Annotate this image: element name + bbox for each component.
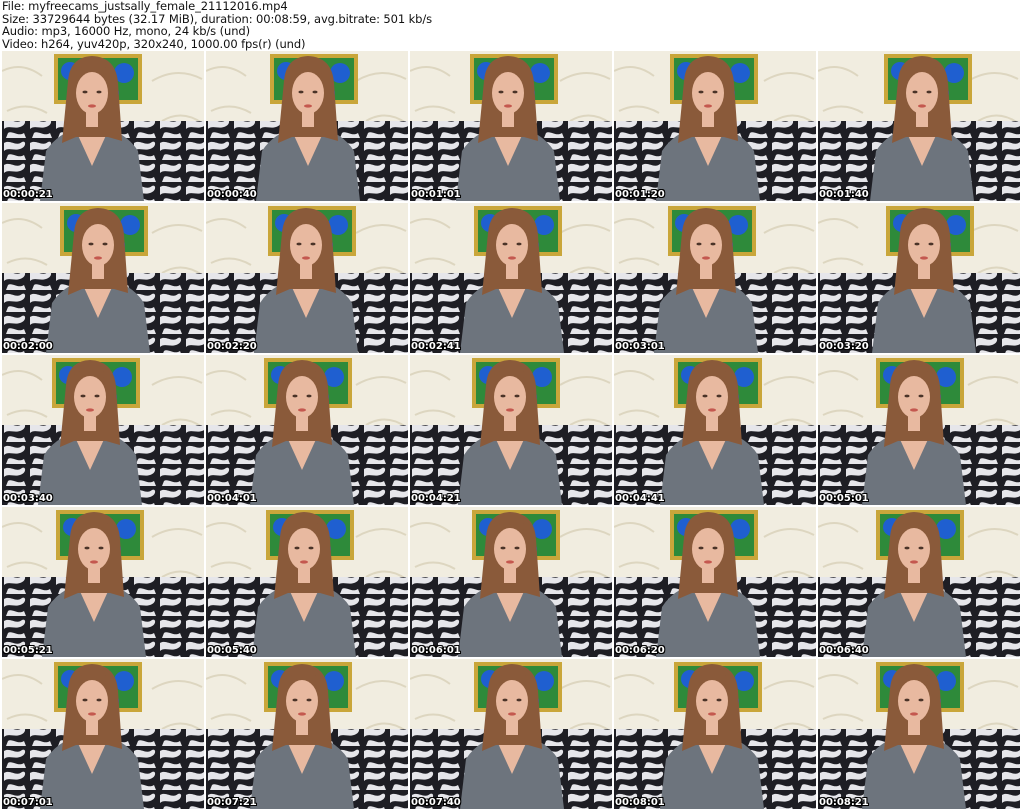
frame-image (206, 659, 408, 809)
video-thumbnail: 00:04:01 (206, 355, 408, 505)
video-thumbnail: 00:05:21 (2, 507, 204, 657)
video-thumbnail: 00:01:20 (614, 51, 816, 201)
thumbnail-timestamp: 00:04:21 (411, 493, 461, 504)
thumbnail-timestamp: 00:01:01 (411, 189, 461, 200)
video-thumbnail: 00:04:41 (614, 355, 816, 505)
video-thumbnail: 00:02:41 (410, 203, 612, 353)
video-thumbnail: 00:00:21 (2, 51, 204, 201)
video-thumbnail: 00:02:20 (206, 203, 408, 353)
video-thumbnail: 00:07:01 (2, 659, 204, 809)
thumbnail-grid: 00:00:21 00:00:40 00:01:01 00:01:20 00:0… (2, 51, 1020, 809)
video-thumbnail: 00:03:20 (818, 203, 1020, 353)
thumbnail-timestamp: 00:06:20 (615, 645, 665, 656)
thumbnail-timestamp: 00:05:40 (207, 645, 257, 656)
video-thumbnail: 00:05:40 (206, 507, 408, 657)
file-name-line: File: myfreecams_justsally_female_211120… (2, 0, 288, 13)
thumbnail-timestamp: 00:08:01 (615, 797, 665, 808)
thumbnail-timestamp: 00:05:21 (3, 645, 53, 656)
video-thumbnail: 00:05:01 (818, 355, 1020, 505)
frame-image (2, 51, 204, 201)
video-thumbnail: 00:07:21 (206, 659, 408, 809)
thumbnail-timestamp: 00:06:40 (819, 645, 869, 656)
frame-image (206, 355, 408, 505)
video-thumbnail: 00:03:01 (614, 203, 816, 353)
thumbnail-timestamp: 00:02:20 (207, 341, 257, 352)
thumbnail-timestamp: 00:01:40 (819, 189, 869, 200)
thumbnail-timestamp: 00:02:41 (411, 341, 461, 352)
thumbnail-timestamp: 00:04:41 (615, 493, 665, 504)
audio-info-line: Audio: mp3, 16000 Hz, mono, 24 kb/s (und… (2, 24, 250, 38)
frame-image (614, 355, 816, 505)
file-info-header: File: myfreecams_justsally_female_211120… (2, 0, 1002, 50)
video-thumbnail: 00:06:20 (614, 507, 816, 657)
video-thumbnail: 00:06:01 (410, 507, 612, 657)
frame-image (818, 507, 1020, 657)
frame-image (818, 203, 1020, 353)
frame-image (206, 203, 408, 353)
video-thumbnail: 00:07:40 (410, 659, 612, 809)
frame-image (2, 203, 204, 353)
video-info-line: Video: h264, yuv420p, 320x240, 1000.00 f… (2, 36, 306, 51)
frame-image (818, 659, 1020, 809)
frame-image (2, 659, 204, 809)
thumbnail-timestamp: 00:03:40 (3, 493, 53, 504)
video-thumbnail: 00:08:21 (818, 659, 1020, 809)
thumbnail-timestamp: 00:03:01 (615, 341, 665, 352)
frame-image (206, 507, 408, 657)
thumbnail-timestamp: 00:00:40 (207, 189, 257, 200)
thumbnail-timestamp: 00:07:40 (411, 797, 461, 808)
video-thumbnail: 00:04:21 (410, 355, 612, 505)
video-thumbnail: 00:01:01 (410, 51, 612, 201)
thumbnail-timestamp: 00:02:00 (3, 341, 53, 352)
frame-image (614, 659, 816, 809)
thumbnail-timestamp: 00:00:21 (3, 189, 53, 200)
frame-image (2, 507, 204, 657)
frame-image (206, 51, 408, 201)
frame-image (410, 51, 612, 201)
frame-image (2, 355, 204, 505)
frame-image (818, 51, 1020, 201)
video-thumbnail: 00:02:00 (2, 203, 204, 353)
video-thumbnail: 00:01:40 (818, 51, 1020, 201)
frame-image (614, 203, 816, 353)
video-thumbnail: 00:06:40 (818, 507, 1020, 657)
thumbnail-timestamp: 00:03:20 (819, 341, 869, 352)
thumbnail-timestamp: 00:01:20 (615, 189, 665, 200)
video-thumbnail: 00:08:01 (614, 659, 816, 809)
frame-image (818, 355, 1020, 505)
thumbnail-timestamp: 00:07:01 (3, 797, 53, 808)
frame-image (614, 51, 816, 201)
video-thumbnail: 00:03:40 (2, 355, 204, 505)
frame-image (410, 507, 612, 657)
thumbnail-timestamp: 00:06:01 (411, 645, 461, 656)
thumbnail-timestamp: 00:05:01 (819, 493, 869, 504)
frame-image (410, 355, 612, 505)
frame-image (410, 203, 612, 353)
thumbnail-timestamp: 00:07:21 (207, 797, 257, 808)
video-thumbnail: 00:00:40 (206, 51, 408, 201)
thumbnail-timestamp: 00:04:01 (207, 493, 257, 504)
frame-image (614, 507, 816, 657)
thumbnail-timestamp: 00:08:21 (819, 797, 869, 808)
frame-image (410, 659, 612, 809)
